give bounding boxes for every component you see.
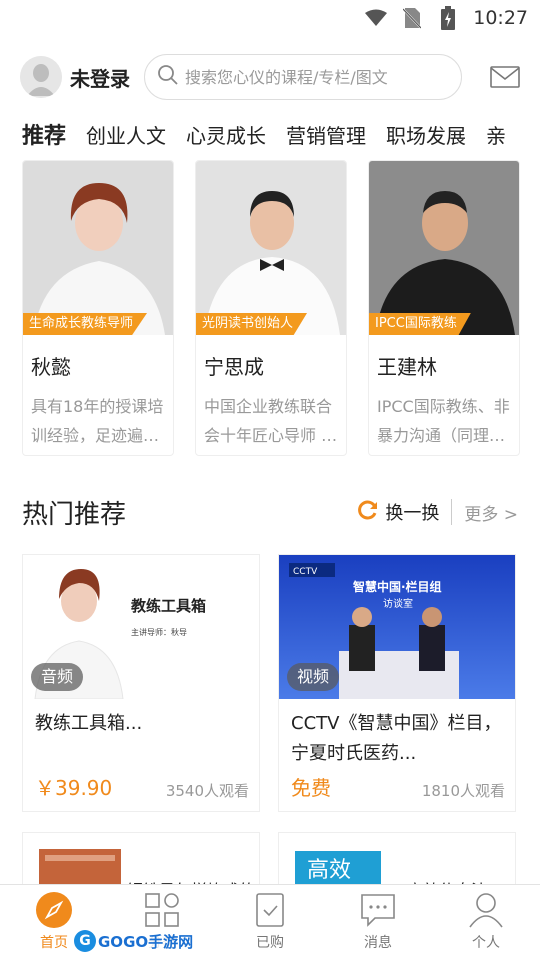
no-sim-icon	[401, 7, 423, 29]
nav-label: 已购	[256, 935, 284, 951]
teacher-tag: IPCC国际教练	[369, 313, 471, 335]
avatar[interactable]	[20, 56, 62, 98]
nav-label: 消息	[364, 935, 392, 951]
wifi-icon	[365, 7, 388, 29]
teacher-desc: 具有18年的授课培训经验，足迹遍…	[31, 397, 164, 445]
watermark-text: GOGO手游网	[98, 932, 194, 951]
more-link[interactable]: 更多 >	[464, 500, 518, 525]
teacher-tag: 生命成长教练导师	[23, 313, 148, 335]
refresh-button[interactable]: 换一换	[357, 499, 439, 526]
hot-section-header: 热门推荐 换一换 更多 >	[22, 492, 518, 532]
course-title: 教练工具箱...	[35, 713, 143, 734]
media-type-badge: 音频	[31, 663, 84, 691]
course-title: CCTV《智慧中国》栏目，宁夏时氏医药...	[291, 713, 502, 764]
category-tabs: 推荐 创业人文 心灵成长 营销管理 职场发展 亲	[22, 114, 540, 154]
battery-charging-icon	[437, 6, 459, 30]
purchased-icon	[250, 890, 290, 930]
course-card[interactable]: CCTV 智慧中国·栏目组 访谈室 视频 CCTV《智慧中国》栏目，宁夏时氏医药…	[278, 554, 516, 812]
search-bar[interactable]	[144, 54, 462, 100]
nav-message[interactable]: 消息	[324, 885, 432, 960]
teacher-name: 宁思成	[204, 355, 264, 379]
cctv-logo-text: CCTV	[293, 567, 318, 577]
person-icon	[466, 890, 506, 930]
watermark-logo: G	[74, 930, 96, 952]
teacher-desc: 中国企业教练联合会十年匠心导师 …	[204, 397, 338, 445]
login-status-label[interactable]: 未登录	[70, 63, 130, 92]
course-views: 1810人观看	[421, 782, 505, 800]
bottom-nav: 首页 分类 已购 消息 个人 G GOGO手游网	[0, 884, 540, 960]
nav-label: 个人	[472, 935, 500, 951]
course-price: 免费	[291, 776, 331, 800]
course-thumbnail: 教练工具箱 主讲导师：秋导 音频	[23, 555, 259, 699]
refresh-label: 换一换	[385, 503, 440, 524]
nav-profile[interactable]: 个人	[432, 885, 540, 960]
section-title: 热门推荐	[22, 499, 127, 530]
teacher-card[interactable]: 光阴读书创始人 宁思成 中国企业教练联合会十年匠心导师 …	[195, 160, 347, 456]
message-icon	[358, 890, 398, 930]
tab-recommend[interactable]: 推荐	[22, 118, 66, 150]
tab-entrepreneurship[interactable]: 创业人文	[86, 120, 166, 149]
teacher-desc: IPCC国际教练、非暴力沟通（同理…	[377, 397, 510, 445]
thumbnail-subtitle: 主讲导师：秋导	[131, 627, 187, 637]
teacher-photo: IPCC国际教练	[369, 161, 519, 335]
course-card-partial[interactable]: 高效 高效休息法	[278, 832, 516, 892]
course-grid-row2: 铜铁是怎样炼成的 高效 高效休息法	[22, 832, 516, 892]
teacher-card[interactable]: 生命成长教练导师 秋懿 具有18年的授课培训经验，足迹遍…	[22, 160, 174, 456]
course-views: 3540人观看	[165, 782, 249, 800]
tab-more-partial[interactable]: 亲	[486, 120, 506, 149]
compass-icon	[34, 890, 74, 930]
course-thumbnail: CCTV 智慧中国·栏目组 访谈室 视频	[279, 555, 515, 699]
svg-text:高效: 高效	[307, 858, 351, 883]
teacher-tag: 光阴读书创始人	[196, 313, 308, 335]
search-icon	[157, 64, 179, 90]
mail-icon[interactable]	[490, 62, 520, 92]
course-card-partial[interactable]: 铜铁是怎样炼成的	[22, 832, 260, 892]
thumbnail-subtitle: 访谈室	[383, 597, 413, 610]
search-input[interactable]	[185, 67, 445, 87]
watermark: G GOGO手游网	[70, 930, 198, 952]
teacher-carousel: 生命成长教练导师 秋懿 具有18年的授课培训经验，足迹遍… 光阴读书创始人 宁思…	[22, 160, 540, 456]
teacher-name: 秋懿	[31, 355, 71, 379]
thumbnail-title: 教练工具箱	[130, 597, 206, 615]
thumbnail-title: 智慧中国·栏目组	[352, 579, 442, 594]
tab-career[interactable]: 职场发展	[386, 120, 466, 149]
nav-label: 首页	[40, 935, 68, 951]
nav-purchased[interactable]: 已购	[216, 885, 324, 960]
teacher-photo: 生命成长教练导师	[23, 161, 173, 335]
course-grid: 教练工具箱 主讲导师：秋导 音频 教练工具箱... ￥39.90 3540人观看…	[22, 554, 516, 812]
teacher-photo: 光阴读书创始人	[196, 161, 346, 335]
media-type-badge: 视频	[287, 663, 340, 691]
top-header: 未登录	[20, 52, 520, 102]
refresh-icon	[357, 499, 379, 526]
grid-icon	[142, 890, 182, 930]
tab-marketing[interactable]: 营销管理	[286, 120, 366, 149]
tab-spiritual-growth[interactable]: 心灵成长	[186, 120, 266, 149]
course-card[interactable]: 教练工具箱 主讲导师：秋导 音频 教练工具箱... ￥39.90 3540人观看	[22, 554, 260, 812]
teacher-card[interactable]: IPCC国际教练 王建林 IPCC国际教练、非暴力沟通（同理…	[368, 160, 520, 456]
status-bar: 10:27	[0, 0, 540, 36]
course-price: ￥39.90	[35, 776, 113, 800]
teacher-name: 王建林	[377, 355, 437, 379]
divider	[451, 499, 453, 525]
status-time: 10:27	[473, 7, 528, 29]
